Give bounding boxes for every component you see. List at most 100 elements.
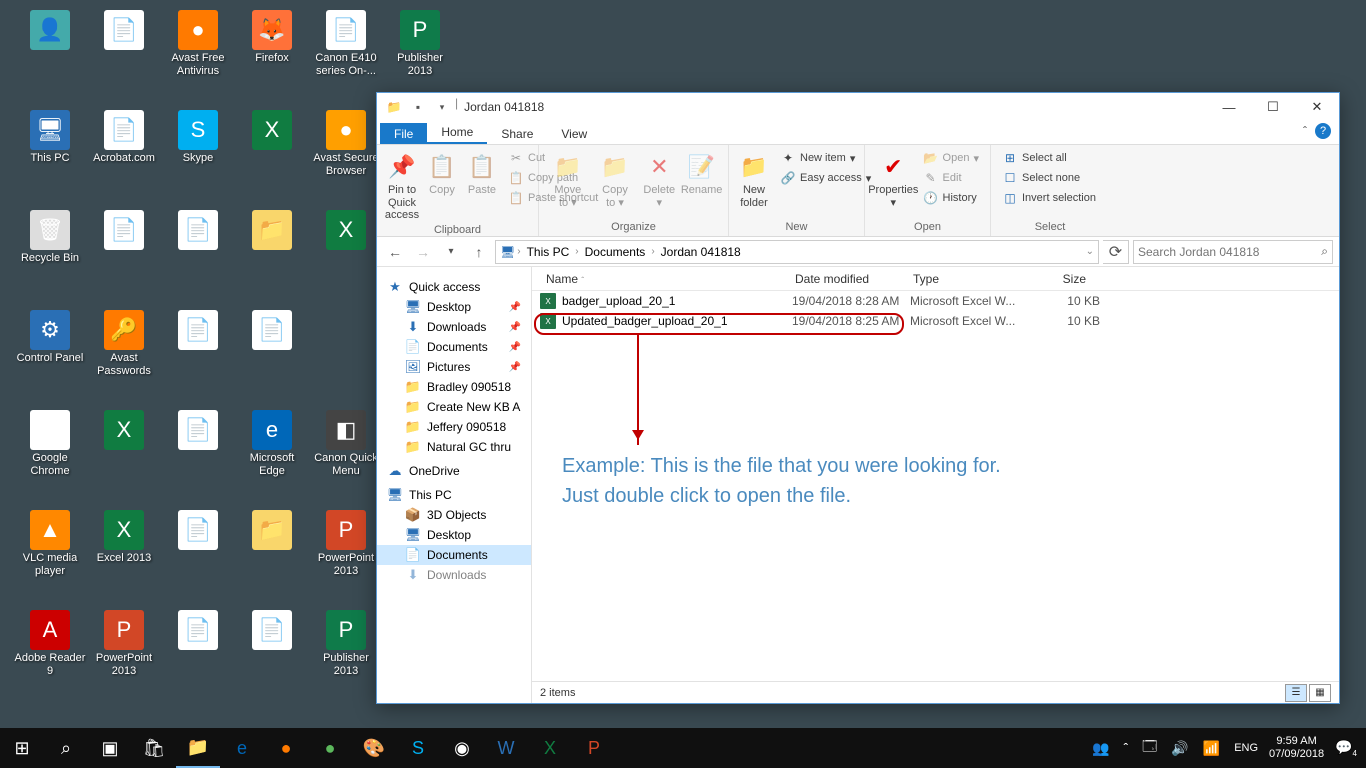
crumb-dropdown-icon[interactable]: ⌄: [1086, 246, 1094, 257]
tab-view[interactable]: View: [547, 123, 601, 144]
desktop-icon[interactable]: 👤: [14, 10, 86, 52]
desktop-icon[interactable]: PPowerPoint 2013: [310, 510, 382, 578]
back-button[interactable]: ←: [383, 240, 407, 264]
search-input[interactable]: [1138, 245, 1317, 259]
desktop-icon[interactable]: ◉Google Chrome: [14, 410, 86, 478]
desktop-icon[interactable]: PPublisher 2013: [310, 610, 382, 678]
desktop-icon[interactable]: XExcel 2013: [88, 510, 160, 565]
desktop-icon[interactable]: 📄: [162, 610, 234, 652]
desktop-icon[interactable]: PPublisher 2013: [384, 10, 456, 78]
select-all-button[interactable]: ⊞Select all: [999, 149, 1099, 167]
desktop-icon[interactable]: 📄Acrobat.com: [88, 110, 160, 165]
search-box[interactable]: ⌕: [1133, 240, 1333, 264]
battery-icon[interactable]: 🗔: [1139, 736, 1160, 760]
crumb-current[interactable]: Jordan 041818: [655, 245, 747, 259]
desktop-icon[interactable]: AAdobe Reader 9: [14, 610, 86, 678]
new-folder-button[interactable]: 📁New folder: [737, 149, 771, 211]
sidebar-desktop[interactable]: 🖥Desktop📌: [377, 297, 531, 317]
up-button[interactable]: ↑: [467, 240, 491, 264]
desktop-icon[interactable]: 📄Canon E410 series On-...: [310, 10, 382, 78]
desktop-icon[interactable]: PPowerPoint 2013: [88, 610, 160, 678]
easy-access-button[interactable]: 🔗Easy access ▾: [777, 169, 874, 187]
desktop-icon[interactable]: 📄: [162, 510, 234, 552]
desktop-icon[interactable]: 🗑Recycle Bin: [14, 210, 86, 265]
desktop-icon[interactable]: X: [310, 210, 382, 252]
move-to-button[interactable]: 📁Move to ▾: [547, 149, 589, 211]
sidebar-quick-access[interactable]: ★Quick access: [377, 277, 531, 297]
qat-icon[interactable]: ▪: [407, 96, 429, 118]
crumb-documents[interactable]: Documents: [579, 245, 652, 259]
history-button[interactable]: 🕐History: [920, 189, 982, 207]
invert-selection-button[interactable]: ◫Invert selection: [999, 189, 1099, 207]
file-row[interactable]: Xbadger_upload_20_119/04/2018 8:28 AMMic…: [532, 291, 1339, 311]
edge-button[interactable]: e: [220, 728, 264, 768]
col-type[interactable]: Type: [905, 272, 1025, 286]
wifi-icon[interactable]: 📶: [1200, 740, 1223, 757]
search-button[interactable]: ⌕: [44, 728, 88, 768]
icons-view-button[interactable]: ▦: [1309, 684, 1331, 702]
avast-button[interactable]: ●: [264, 728, 308, 768]
recent-dropdown[interactable]: ▾: [439, 240, 463, 264]
desktop-icon[interactable]: ●Avast Free Antivirus: [162, 10, 234, 78]
sidebar-thispc[interactable]: 🖥This PC: [377, 485, 531, 505]
collapse-ribbon-icon[interactable]: ˆ: [1303, 124, 1307, 138]
desktop-icon[interactable]: 🖥This PC: [14, 110, 86, 165]
desktop-icon[interactable]: eMicrosoft Edge: [236, 410, 308, 478]
refresh-button[interactable]: ⟳: [1103, 240, 1129, 264]
desktop-icon[interactable]: 📄: [162, 410, 234, 452]
powerpoint-button[interactable]: P: [572, 728, 616, 768]
skype-button[interactable]: S: [396, 728, 440, 768]
sidebar-documents2[interactable]: 📄Documents: [377, 545, 531, 565]
desktop-icon[interactable]: 📄: [236, 310, 308, 352]
store-button[interactable]: 🛍: [132, 728, 176, 768]
excel-button[interactable]: X: [528, 728, 572, 768]
maximize-button[interactable]: ☐: [1251, 93, 1295, 121]
desktop-icon[interactable]: X: [88, 410, 160, 452]
taskview-button[interactable]: ▣: [88, 728, 132, 768]
close-button[interactable]: ✕: [1295, 93, 1339, 121]
details-view-button[interactable]: ☰: [1285, 684, 1307, 702]
col-size[interactable]: Size: [1025, 272, 1095, 286]
chrome-button[interactable]: ◉: [440, 728, 484, 768]
task-app1[interactable]: ●: [308, 728, 352, 768]
desktop-icon[interactable]: 📁: [236, 510, 308, 552]
properties-button[interactable]: ✔Properties ▾: [873, 149, 914, 211]
sidebar-3d[interactable]: 📦3D Objects: [377, 505, 531, 525]
sidebar-natural[interactable]: 📁Natural GC thru: [377, 437, 531, 457]
language-indicator[interactable]: ENG: [1231, 742, 1261, 754]
desktop-icon[interactable]: SSkype: [162, 110, 234, 165]
sidebar-jeffery[interactable]: 📁Jeffery 090518: [377, 417, 531, 437]
desktop-icon[interactable]: 📄: [88, 210, 160, 252]
paint-button[interactable]: 🎨: [352, 728, 396, 768]
sidebar-documents[interactable]: 📄Documents📌: [377, 337, 531, 357]
people-icon[interactable]: 👥: [1089, 740, 1112, 757]
breadcrumb[interactable]: 🖥 › This PC› Documents› Jordan 041818 ⌄: [495, 240, 1099, 264]
explorer-button[interactable]: 📁: [176, 728, 220, 768]
word-button[interactable]: W: [484, 728, 528, 768]
desktop-icon[interactable]: X: [236, 110, 308, 152]
help-icon[interactable]: ?: [1315, 123, 1331, 139]
desktop-icon[interactable]: 🦊Firefox: [236, 10, 308, 65]
desktop-icon[interactable]: ⚙Control Panel: [14, 310, 86, 365]
tab-file[interactable]: File: [380, 123, 427, 144]
sidebar-pictures[interactable]: 🖼Pictures📌: [377, 357, 531, 377]
qat-down-icon[interactable]: ▾: [431, 96, 453, 118]
volume-icon[interactable]: 🔊: [1168, 740, 1191, 757]
crumb-thispc[interactable]: This PC: [521, 245, 576, 259]
desktop-icon[interactable]: 📄: [162, 210, 234, 252]
file-row[interactable]: XUpdated_badger_upload_20_119/04/2018 8:…: [532, 311, 1339, 331]
minimize-button[interactable]: —: [1207, 93, 1251, 121]
sidebar-createkb[interactable]: 📁Create New KB A: [377, 397, 531, 417]
desktop-icon[interactable]: 📄: [236, 610, 308, 652]
col-date[interactable]: Date modified: [787, 272, 905, 286]
desktop-icon[interactable]: ◧Canon Quick Menu: [310, 410, 382, 478]
desktop-icon[interactable]: 📄: [162, 310, 234, 352]
desktop-icon[interactable]: ●Avast Secure Browser: [310, 110, 382, 178]
col-name[interactable]: Name ˆ: [532, 272, 787, 286]
desktop-icon[interactable]: 📁: [236, 210, 308, 252]
paste-button[interactable]: 📋Paste: [465, 149, 499, 199]
copy-button[interactable]: 📋Copy: [425, 149, 459, 199]
desktop-icon[interactable]: 📄: [88, 10, 160, 52]
pin-quick-access-button[interactable]: 📌Pin to Quick access: [385, 149, 419, 224]
notifications-icon[interactable]: 💬4: [1332, 739, 1360, 758]
